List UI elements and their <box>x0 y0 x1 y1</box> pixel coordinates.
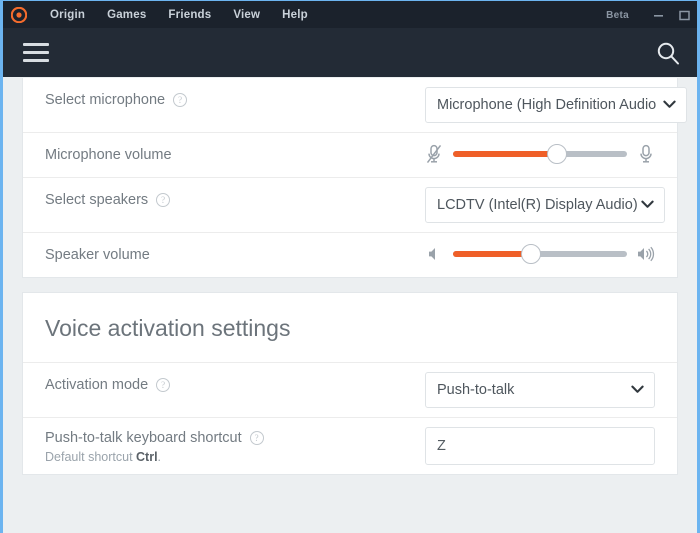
speaker-low-icon[interactable] <box>425 246 443 262</box>
speaker-volume-label-group: Speaker volume <box>45 233 425 277</box>
menu-origin[interactable]: Origin <box>39 5 96 25</box>
microphone-volume-slider[interactable] <box>453 144 627 164</box>
help-circle-icon[interactable]: ? <box>250 431 264 445</box>
chevron-down-icon <box>641 197 654 213</box>
microphone-select[interactable]: Microphone (High Definition Audio <box>425 87 687 123</box>
activation-mode-label-group: Activation mode ? <box>45 363 425 407</box>
select-speakers-label: Select speakers <box>45 192 148 208</box>
menu-view[interactable]: View <box>222 5 271 25</box>
row-activation-mode: Activation mode ? Push-to-talk <box>23 363 677 418</box>
menu-friends[interactable]: Friends <box>157 5 222 25</box>
activation-mode-select-value: Push-to-talk <box>437 382 514 398</box>
hamburger-menu-icon[interactable] <box>23 43 49 62</box>
microphone-volume-label: Microphone volume <box>45 147 172 163</box>
row-push-to-talk-shortcut: Push-to-talk keyboard shortcut ? Default… <box>23 418 677 474</box>
minimize-icon[interactable] <box>645 1 671 29</box>
select-microphone-label: Select microphone <box>45 92 165 108</box>
voice-activation-card: Voice activation settings Activation mod… <box>22 292 678 475</box>
push-to-talk-label: Push-to-talk keyboard shortcut <box>45 430 242 446</box>
audio-devices-card: Select microphone ? Microphone (High Def… <box>22 78 678 278</box>
select-speakers-control: LCDTV (Intel(R) Display Audio) <box>425 178 665 232</box>
speakers-select[interactable]: LCDTV (Intel(R) Display Audio) <box>425 187 665 223</box>
row-speaker-volume: Speaker volume <box>23 233 677 277</box>
push-to-talk-control <box>425 418 655 474</box>
help-circle-icon[interactable]: ? <box>173 93 187 107</box>
menu-games[interactable]: Games <box>96 5 157 25</box>
speaker-slider-handle[interactable] <box>521 244 541 264</box>
push-to-talk-label-group: Push-to-talk keyboard shortcut ? Default… <box>45 418 425 472</box>
push-to-talk-hint-prefix: Default shortcut <box>45 450 136 464</box>
microphone-volume-control <box>425 133 655 175</box>
push-to-talk-shortcut-input[interactable] <box>425 427 655 465</box>
activation-mode-control: Push-to-talk <box>425 363 655 417</box>
row-microphone-volume: Microphone volume <box>23 133 677 178</box>
microphone-slider-handle[interactable] <box>547 144 567 164</box>
chevron-down-icon <box>663 97 676 113</box>
speaker-volume-control <box>425 233 655 275</box>
push-to-talk-hint-key: Ctrl <box>136 450 158 464</box>
microphone-volume-label-group: Microphone volume <box>45 133 425 177</box>
navigation-bar <box>3 28 697 77</box>
row-select-speakers: Select speakers ? LCDTV (Intel(R) Displa… <box>23 178 677 233</box>
menu-help[interactable]: Help <box>271 5 319 25</box>
search-icon[interactable] <box>655 40 681 66</box>
select-microphone-label-group: Select microphone ? <box>45 78 425 122</box>
speaker-high-icon[interactable] <box>637 246 655 262</box>
origin-application-window: Origin Games Friends View Help Beta <box>0 0 700 533</box>
chevron-down-icon <box>631 382 644 398</box>
select-microphone-control: Microphone (High Definition Audio <box>425 78 687 132</box>
settings-scroll-area[interactable]: Select microphone ? Microphone (High Def… <box>6 78 694 533</box>
maximize-icon[interactable] <box>671 1 697 29</box>
microphone-icon[interactable] <box>637 144 655 164</box>
speaker-volume-slider[interactable] <box>453 244 627 264</box>
beta-badge: Beta <box>606 10 629 21</box>
push-to-talk-default-hint: Default shortcut Ctrl. <box>45 450 425 464</box>
microphone-select-value: Microphone (High Definition Audio <box>437 97 656 113</box>
voice-activation-heading: Voice activation settings <box>23 293 677 363</box>
title-bar: Origin Games Friends View Help Beta <box>3 0 697 28</box>
row-select-microphone: Select microphone ? Microphone (High Def… <box>23 78 677 133</box>
speakers-select-value: LCDTV (Intel(R) Display Audio) <box>437 197 638 213</box>
push-to-talk-hint-suffix: . <box>158 450 161 464</box>
microphone-slider-fill <box>453 151 557 157</box>
origin-logo-icon <box>11 7 27 23</box>
help-circle-icon[interactable]: ? <box>156 193 170 207</box>
activation-mode-select[interactable]: Push-to-talk <box>425 372 655 408</box>
microphone-muted-icon[interactable] <box>425 144 443 164</box>
window-controls: Beta <box>606 1 697 29</box>
speaker-slider-fill <box>453 251 531 257</box>
select-speakers-label-group: Select speakers ? <box>45 178 425 222</box>
activation-mode-label: Activation mode <box>45 377 148 393</box>
speaker-volume-label: Speaker volume <box>45 247 150 263</box>
help-circle-icon[interactable]: ? <box>156 378 170 392</box>
